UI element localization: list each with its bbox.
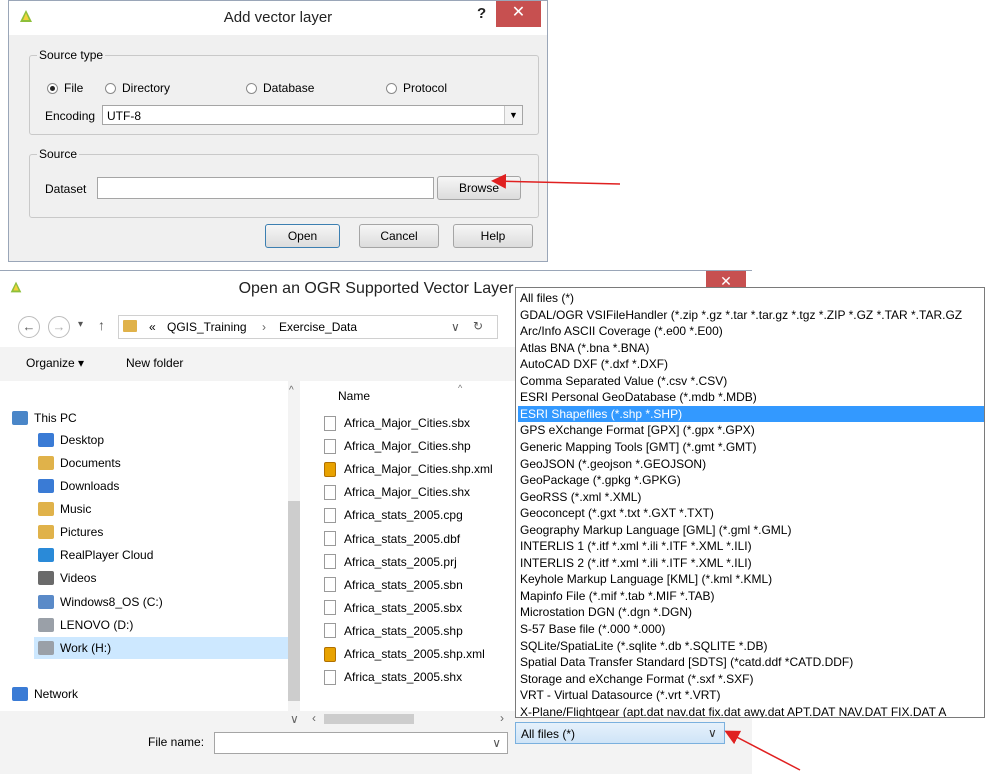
annotation-arrow-browse xyxy=(491,173,621,189)
annotation-arrow-file-type xyxy=(724,730,801,771)
annotation-arrows xyxy=(491,173,801,771)
